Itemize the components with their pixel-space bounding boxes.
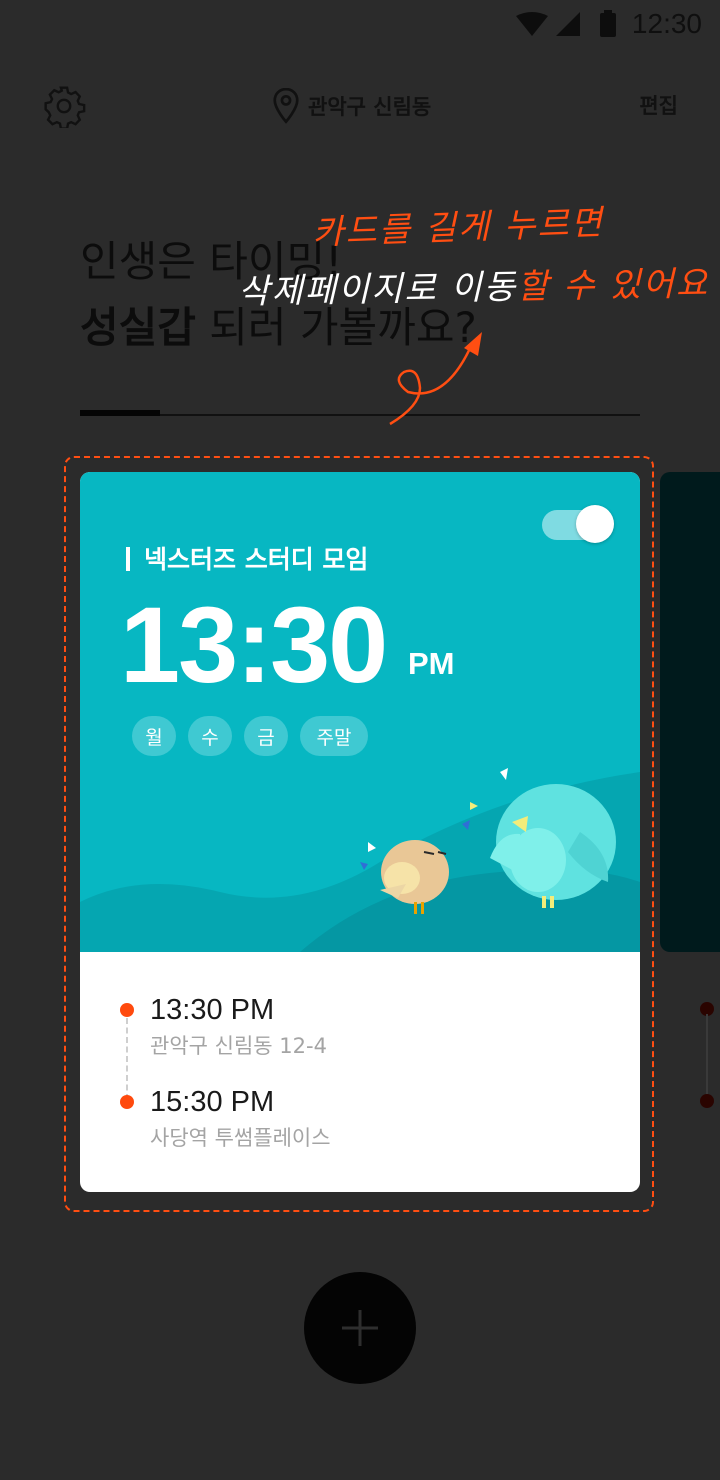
- location-selector[interactable]: 관악구 신림동: [272, 86, 431, 126]
- birds-illustration: [80, 768, 640, 952]
- timeline-place: 사당역 투썸플레이스: [150, 1126, 331, 1150]
- annotation-line2: 삭제페이지로 이동할 수 있어요: [238, 256, 710, 313]
- add-alarm-button[interactable]: [304, 1272, 416, 1384]
- timeline-time: 15:30 PM: [150, 1086, 275, 1118]
- gear-icon[interactable]: [42, 84, 86, 128]
- wifi-icon: [516, 12, 548, 36]
- plus-icon: [342, 1310, 378, 1346]
- alarm-toggle-knob[interactable]: [576, 505, 614, 543]
- timeline-dot: [120, 1095, 134, 1109]
- status-bar: 12:30: [0, 0, 720, 50]
- day-chip: 월: [132, 716, 176, 756]
- peek-line: [706, 1014, 708, 1100]
- status-time: 12:30: [631, 8, 702, 39]
- tab-indicator: [80, 410, 160, 416]
- alarm-time: 13:30: [120, 584, 388, 705]
- annotation-orange: 할 수 있어요: [516, 263, 710, 308]
- location-pin-icon: [273, 88, 299, 124]
- edit-button[interactable]: 편집: [639, 90, 678, 120]
- headline-bold: 성실갑: [80, 303, 196, 352]
- alarm-card[interactable]: 넥스터즈 스터디 모임 13:30 PM 월 수 금 주말 13:30 PM 관…: [80, 472, 640, 1192]
- day-chip: 주말: [300, 716, 368, 756]
- annotation-white: 삭제페이지로 이동: [237, 267, 518, 313]
- timeline-dot: [120, 1003, 134, 1017]
- battery-icon: [600, 13, 616, 37]
- card-header: 넥스터즈 스터디 모임 13:30 PM 월 수 금 주말: [80, 472, 640, 952]
- status-icons: [516, 10, 616, 37]
- next-card-peek[interactable]: [660, 472, 720, 952]
- annotation-line1: 카드를 길게 누르면: [311, 202, 605, 254]
- timeline-place: 관악구 신림동 12-4: [150, 1034, 327, 1058]
- tab-divider: [80, 414, 640, 416]
- timeline-connector: [126, 1018, 128, 1100]
- peek-dot: [700, 1094, 714, 1108]
- location-label: 관악구 신림동: [308, 95, 432, 119]
- day-chip: 금: [244, 716, 288, 756]
- day-chip: 수: [188, 716, 232, 756]
- alarm-ampm: PM: [408, 646, 455, 681]
- alarm-title-text: 넥스터즈 스터디 모임: [144, 545, 369, 574]
- signal-icon: [556, 12, 580, 36]
- timeline-time: 13:30 PM: [150, 994, 275, 1026]
- annotation-arrow-icon: [389, 332, 482, 426]
- alarm-title: 넥스터즈 스터디 모임: [126, 540, 368, 576]
